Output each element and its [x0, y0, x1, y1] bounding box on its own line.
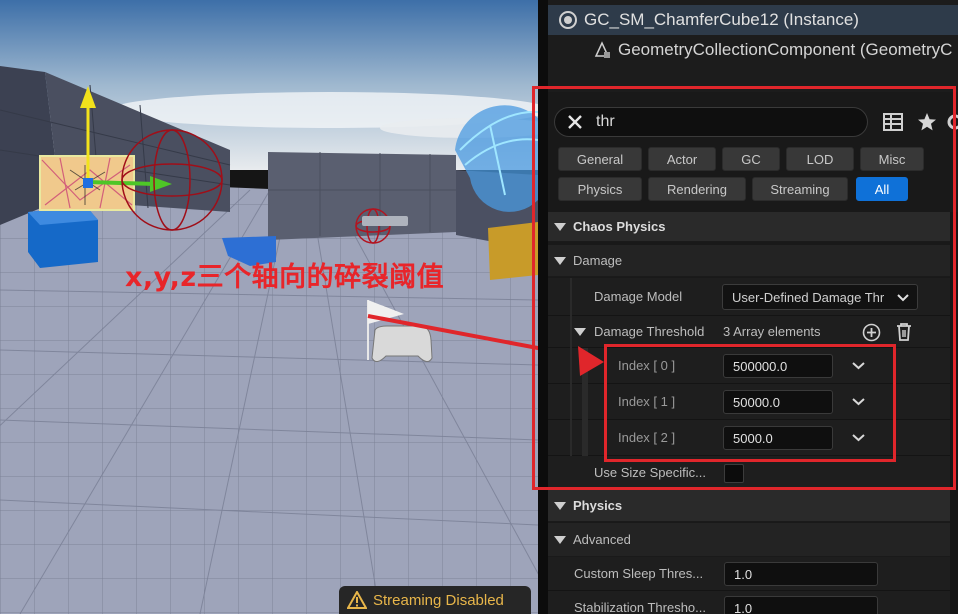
chevron-down-icon[interactable] — [852, 397, 865, 407]
threshold-value-input[interactable]: 500000.0 — [723, 354, 833, 378]
property-label: Damage Model — [594, 289, 683, 304]
chevron-down-icon[interactable] — [852, 361, 865, 371]
settings-icon[interactable] — [942, 111, 958, 133]
star-icon[interactable] — [916, 111, 938, 133]
array-element-row: Index [ 2 ] 5000.0 — [548, 420, 958, 456]
expand-arrow-icon — [574, 327, 586, 336]
dropdown-value: User-Defined Damage Thr — [732, 289, 885, 305]
panel-splitter[interactable] — [538, 0, 548, 614]
collapse-arrow-icon — [554, 256, 566, 265]
array-index-label: Index [ 2 ] — [618, 430, 676, 445]
section-physics[interactable]: Physics — [548, 490, 958, 522]
chevron-down-icon[interactable] — [852, 433, 865, 443]
property-custom-sleep-threshold: Custom Sleep Thres... 1.0 — [548, 557, 958, 591]
array-element-row: Index [ 1 ] 50000.0 — [548, 384, 958, 420]
details-scrollbar[interactable] — [950, 212, 958, 614]
array-summary: 3 Array elements — [723, 324, 821, 339]
tab-misc[interactable]: Misc — [860, 147, 924, 171]
close-icon[interactable] — [560, 108, 590, 136]
section-damage[interactable]: Damage — [548, 245, 958, 277]
tab-rendering[interactable]: Rendering — [648, 177, 746, 201]
trash-icon[interactable] — [895, 322, 913, 342]
section-title: Chaos Physics — [573, 219, 666, 234]
property-label: Damage Threshold — [594, 324, 705, 339]
component-item-label: GC_SM_ChamferCube12 (Instance) — [584, 10, 859, 29]
details-panel: GC_SM_ChamferCube12 (Instance) GeometryC… — [548, 0, 958, 614]
property-label: Use Size Specific... — [594, 465, 706, 480]
tab-lod[interactable]: LOD — [786, 147, 854, 171]
streaming-status-label: Streaming Disabled — [373, 591, 504, 609]
annotation-arrow-head-icon — [578, 346, 604, 376]
stabilization-threshold-input[interactable]: 1.0 — [724, 596, 878, 614]
warning-icon — [347, 591, 367, 609]
tab-streaming[interactable]: Streaming — [752, 177, 848, 201]
tab-gc[interactable]: GC — [722, 147, 780, 171]
section-title: Damage — [573, 253, 623, 268]
level-viewport[interactable]: x,y,z三个轴向的碎裂阈值 Streaming Disabled — [0, 0, 538, 614]
damage-model-dropdown[interactable]: User-Defined Damage Thr — [722, 284, 918, 310]
tab-actor[interactable]: Actor — [648, 147, 716, 171]
property-damage-model: Damage Model User-Defined Damage Thr — [548, 278, 958, 316]
property-stabilization-threshold: Stabilization Thresho... 1.0 — [548, 591, 958, 614]
component-item-geometry-collection[interactable]: GeometryCollectionComponent (GeometryC — [548, 35, 958, 65]
geometry-collection-icon — [592, 40, 612, 60]
annotation-label: x,y,z三个轴向的碎裂阈值 — [125, 262, 445, 293]
property-label: Custom Sleep Thres... — [574, 566, 704, 581]
section-advanced[interactable]: Advanced — [548, 523, 958, 557]
component-item-label: GeometryCollectionComponent (GeometryC — [618, 40, 953, 59]
collapse-arrow-icon — [554, 222, 566, 231]
add-element-icon[interactable] — [862, 323, 881, 342]
actor-icon — [558, 10, 578, 30]
details-search-input[interactable] — [596, 113, 846, 131]
use-size-specific-checkbox[interactable] — [724, 464, 744, 483]
chevron-down-icon — [897, 294, 909, 302]
threshold-value-input[interactable]: 50000.0 — [723, 390, 833, 414]
array-index-label: Index [ 0 ] — [618, 358, 676, 373]
section-title: Physics — [573, 498, 623, 513]
section-title: Advanced — [573, 532, 631, 547]
details-search-box[interactable] — [554, 107, 868, 137]
tab-physics[interactable]: Physics — [558, 177, 642, 201]
streaming-status-badge[interactable]: Streaming Disabled — [339, 586, 531, 614]
threshold-value-input[interactable]: 5000.0 — [723, 426, 833, 450]
collapse-arrow-icon — [554, 501, 566, 510]
viewport-scene[interactable] — [0, 0, 538, 614]
component-item-actor[interactable]: GC_SM_ChamferCube12 (Instance) — [548, 5, 958, 35]
tab-all[interactable]: All — [856, 177, 908, 201]
tab-general[interactable]: General — [558, 147, 642, 171]
component-tree: GC_SM_ChamferCube12 (Instance) GeometryC… — [548, 0, 958, 92]
property-use-size-specific: Use Size Specific... — [548, 456, 958, 490]
property-label: Stabilization Thresho... — [574, 600, 706, 614]
custom-sleep-threshold-input[interactable]: 1.0 — [724, 562, 878, 586]
collapse-arrow-icon — [554, 535, 566, 544]
array-index-label: Index [ 1 ] — [618, 394, 676, 409]
table-view-icon[interactable] — [882, 111, 904, 133]
section-chaos-physics[interactable]: Chaos Physics — [548, 212, 958, 242]
